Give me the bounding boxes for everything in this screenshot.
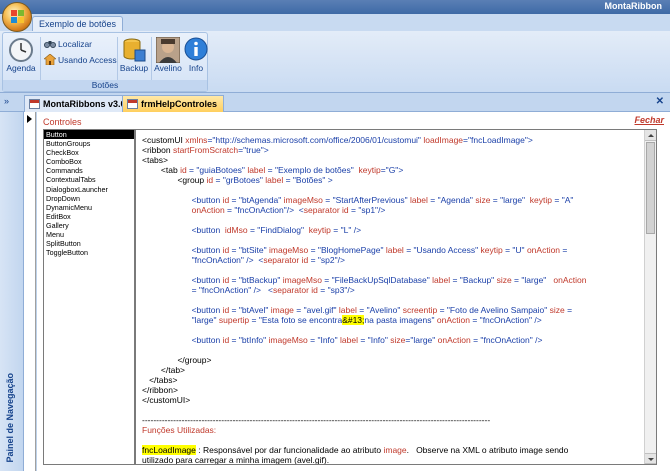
list-item[interactable]: Button xyxy=(44,130,134,140)
agenda-button[interactable]: Agenda xyxy=(5,37,37,73)
list-item[interactable]: ToggleButton xyxy=(44,248,134,257)
ribbon: Agenda Localizar Usando Access Backup Av… xyxy=(0,31,670,93)
list-item[interactable]: DialogboxLauncher xyxy=(44,185,134,194)
separator xyxy=(151,37,152,81)
avelino-button[interactable]: Avelino xyxy=(153,37,183,73)
list-item[interactable]: DynamicMenu xyxy=(44,203,134,212)
info-label: Info xyxy=(188,63,204,73)
office-button[interactable] xyxy=(2,2,32,32)
code-textbox[interactable]: <customUI xmlns="http://schemas.microsof… xyxy=(135,129,657,465)
info-icon xyxy=(184,37,208,61)
list-item[interactable]: DropDown xyxy=(44,194,134,203)
list-item[interactable]: ButtonGroups xyxy=(44,139,134,148)
usando-access-button[interactable]: Usando Access xyxy=(44,54,117,65)
xml-code: <customUI xmlns="http://schemas.microsof… xyxy=(142,135,587,465)
document-tab-bar: » MontaRibbons v3.0 frmHelpControles ✕ xyxy=(0,93,670,112)
tab-montaribbons[interactable]: MontaRibbons v3.0 xyxy=(24,95,133,112)
office-logo-icon xyxy=(11,10,25,24)
close-icon[interactable]: ✕ xyxy=(656,96,664,107)
tab-exemplo-de-botoes[interactable]: Exemplo de botões xyxy=(32,16,124,31)
group-botoes: Agenda Localizar Usando Access Backup Av… xyxy=(2,32,208,92)
usando-access-label: Usando Access xyxy=(58,54,117,65)
backup-button[interactable]: Backup xyxy=(118,37,150,73)
backup-label: Backup xyxy=(119,63,149,73)
info-button[interactable]: Info xyxy=(183,37,209,73)
ribbon-tab-row: Exemplo de botões xyxy=(0,14,670,31)
scroll-up-icon[interactable] xyxy=(645,130,656,141)
form-icon xyxy=(29,99,40,109)
close-link[interactable]: Fechar xyxy=(634,115,664,125)
avatar-photo-icon xyxy=(156,37,180,63)
tab-label: frmHelpControles xyxy=(141,99,218,109)
title-bar: MontaRibbon xyxy=(0,0,670,14)
list-item[interactable]: ComboBox xyxy=(44,157,134,166)
list-item[interactable]: EditBox xyxy=(44,212,134,221)
vertical-scrollbar[interactable] xyxy=(644,130,656,464)
clock-icon xyxy=(9,38,33,62)
controls-title: Controles xyxy=(43,117,82,127)
window-title: MontaRibbon xyxy=(604,1,663,11)
database-backup-icon xyxy=(123,38,146,62)
nav-pane-toggle[interactable]: » xyxy=(4,96,9,106)
list-item[interactable]: SplitButton xyxy=(44,239,134,248)
navigation-pane-label: Painel de Navegação xyxy=(5,373,15,463)
form-icon xyxy=(127,99,138,109)
group-label: Botões xyxy=(3,80,207,91)
list-item[interactable]: Commands xyxy=(44,166,134,175)
list-item[interactable]: Gallery xyxy=(44,221,134,230)
scroll-down-icon[interactable] xyxy=(645,453,656,464)
list-item[interactable]: Menu xyxy=(44,230,134,239)
record-selector[interactable] xyxy=(24,112,36,471)
form-help-controles: Controles Fechar Button ButtonGroups Che… xyxy=(37,112,670,471)
blog-home-icon xyxy=(44,54,56,65)
localizar-label: Localizar xyxy=(58,39,93,49)
agenda-label: Agenda xyxy=(6,63,36,73)
tab-label: MontaRibbons v3.0 xyxy=(43,99,126,109)
list-item[interactable]: CheckBox xyxy=(44,148,134,157)
separator xyxy=(40,37,41,81)
scroll-thumb[interactable] xyxy=(646,142,655,234)
tab-frmhelpcontroles[interactable]: frmHelpControles xyxy=(122,95,225,112)
localizar-button[interactable]: Localizar xyxy=(44,39,92,49)
list-item[interactable]: ContextualTabs xyxy=(44,175,134,184)
record-pointer-icon xyxy=(27,115,32,123)
binoculars-icon xyxy=(44,41,56,48)
navigation-pane[interactable]: Painel de Navegação xyxy=(0,112,24,471)
controls-listbox[interactable]: Button ButtonGroups CheckBox ComboBox Co… xyxy=(43,129,135,465)
avelino-label: Avelino xyxy=(154,63,182,73)
